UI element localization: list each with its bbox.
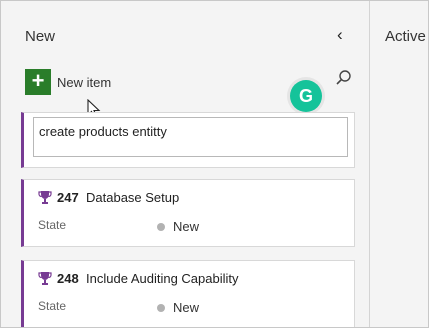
state-field-label: State [38, 218, 67, 232]
work-item-title[interactable]: Database Setup [86, 190, 179, 205]
work-item-id: 248 [57, 271, 79, 286]
state-value[interactable]: New [173, 300, 199, 315]
column-active: Active [370, 1, 428, 327]
plus-icon: + [31, 68, 45, 93]
state-field-label: State [38, 299, 67, 313]
state-indicator [157, 304, 165, 312]
column-title: Active [385, 28, 426, 45]
grammarly-icon[interactable]: G [290, 80, 322, 112]
new-item-card: create products entitty [21, 112, 355, 168]
work-item-card[interactable]: 248 Include Auditing Capability State Ne… [21, 260, 355, 327]
collapse-chevron-icon[interactable]: ‹ [337, 25, 343, 45]
column-title: New [25, 28, 56, 45]
work-item-id: 247 [57, 190, 79, 205]
board-frame: New ‹ + New item G create products entit… [0, 0, 429, 328]
search-icon[interactable] [335, 69, 353, 87]
new-item-title-input[interactable]: create products entitty [33, 117, 348, 157]
column-header: New ‹ [1, 1, 363, 59]
work-item-title[interactable]: Include Auditing Capability [86, 271, 239, 286]
state-indicator [157, 223, 165, 231]
work-item-card[interactable]: 247 Database Setup State New [21, 179, 355, 247]
new-item-label[interactable]: New item [57, 75, 111, 90]
column-new: New ‹ + New item G create products entit… [1, 1, 363, 327]
trophy-icon [38, 272, 52, 285]
trophy-icon [38, 191, 52, 204]
state-value[interactable]: New [173, 219, 199, 234]
add-item-button[interactable]: + [25, 69, 51, 95]
